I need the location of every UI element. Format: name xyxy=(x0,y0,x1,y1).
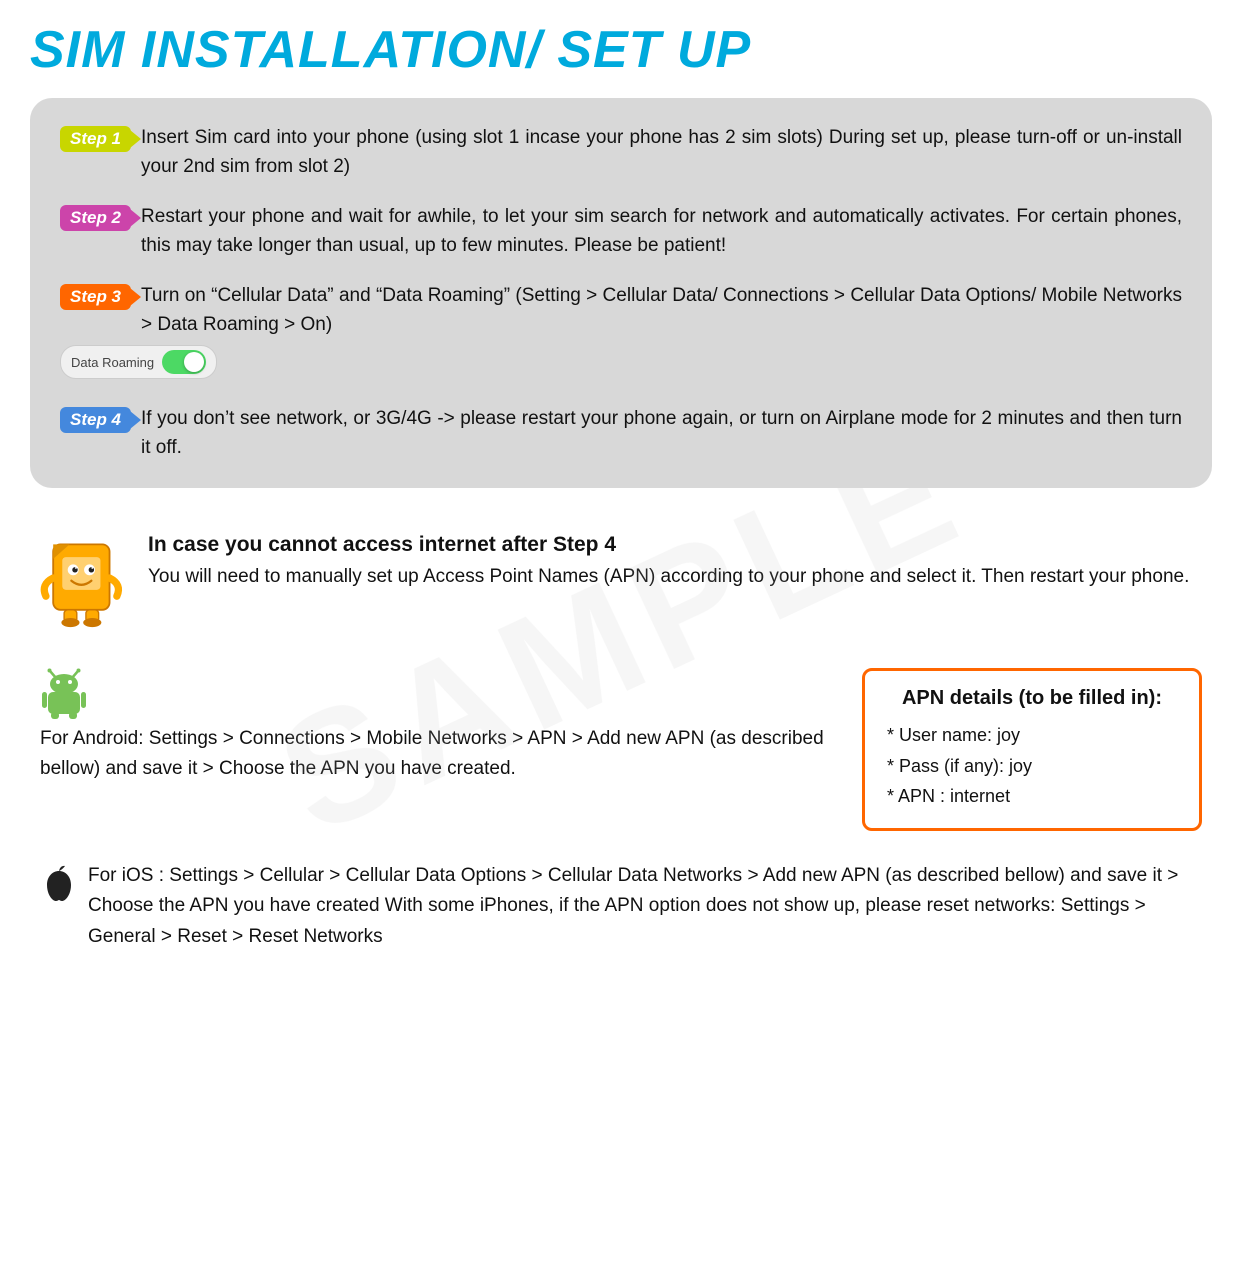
step-3-badge: Step 3 xyxy=(60,284,131,310)
step-4-text: If you don’t see network, or 3G/4G -> pl… xyxy=(141,405,1182,462)
step-3-row: Step 3 Turn on “Cellular Data” and “Data… xyxy=(60,282,1182,383)
sim-mascot-icon xyxy=(40,528,130,628)
step-2-badge: Step 2 xyxy=(60,205,131,231)
step-1-text: Insert Sim card into your phone (using s… xyxy=(141,124,1182,181)
notice-heading: In case you cannot access internet after… xyxy=(148,533,616,556)
step-1-row: Step 1 Insert Sim card into your phone (… xyxy=(60,124,1182,181)
notice-body: You will need to manually set up Access … xyxy=(148,566,1189,587)
apn-details-box: APN details (to be filled in): * User na… xyxy=(862,668,1202,831)
toggle-container: Data Roaming xyxy=(60,345,217,379)
ios-text-content: For iOS : Settings > Cellular > Cellular… xyxy=(88,861,1202,952)
step-4-row: Step 4 If you don’t see network, or 3G/4… xyxy=(60,405,1182,462)
apn-line-1: * User name: joy xyxy=(887,720,1177,751)
data-roaming-toggle[interactable] xyxy=(162,350,206,374)
step-1-badge: Step 1 xyxy=(60,126,131,152)
apn-line-3: * APN : internet xyxy=(887,781,1177,812)
toggle-row: Data Roaming xyxy=(60,345,217,379)
ios-text: For iOS : Settings > Cellular > Cellular… xyxy=(88,865,1178,947)
android-text: For Android: Settings > Connections > Mo… xyxy=(40,728,824,779)
android-text-col: For Android: Settings > Connections > Mo… xyxy=(40,668,832,785)
step-2-text: Restart your phone and wait for awhile, … xyxy=(141,203,1182,260)
apn-box-title: APN details (to be filled in): xyxy=(887,687,1177,710)
apple-icon xyxy=(40,863,78,907)
page-title: SIM INSTALLATION/ SET UP xyxy=(30,20,1212,80)
step-3-text: Turn on “Cellular Data” and “Data Roamin… xyxy=(141,282,1182,339)
notice-text: In case you cannot access internet after… xyxy=(148,528,1189,592)
ios-section: For iOS : Settings > Cellular > Cellular… xyxy=(30,861,1212,952)
apn-line-2: * Pass (if any): joy xyxy=(887,751,1177,782)
android-header xyxy=(40,668,832,720)
android-icon xyxy=(40,668,88,720)
steps-box: Step 1 Insert Sim card into your phone (… xyxy=(30,98,1212,488)
notice-section: In case you cannot access internet after… xyxy=(30,528,1212,628)
toggle-label: Data Roaming xyxy=(71,355,154,370)
step-4-badge: Step 4 xyxy=(60,407,131,433)
step-2-row: Step 2 Restart your phone and wait for a… xyxy=(60,203,1182,260)
android-section: For Android: Settings > Connections > Mo… xyxy=(30,668,1212,831)
